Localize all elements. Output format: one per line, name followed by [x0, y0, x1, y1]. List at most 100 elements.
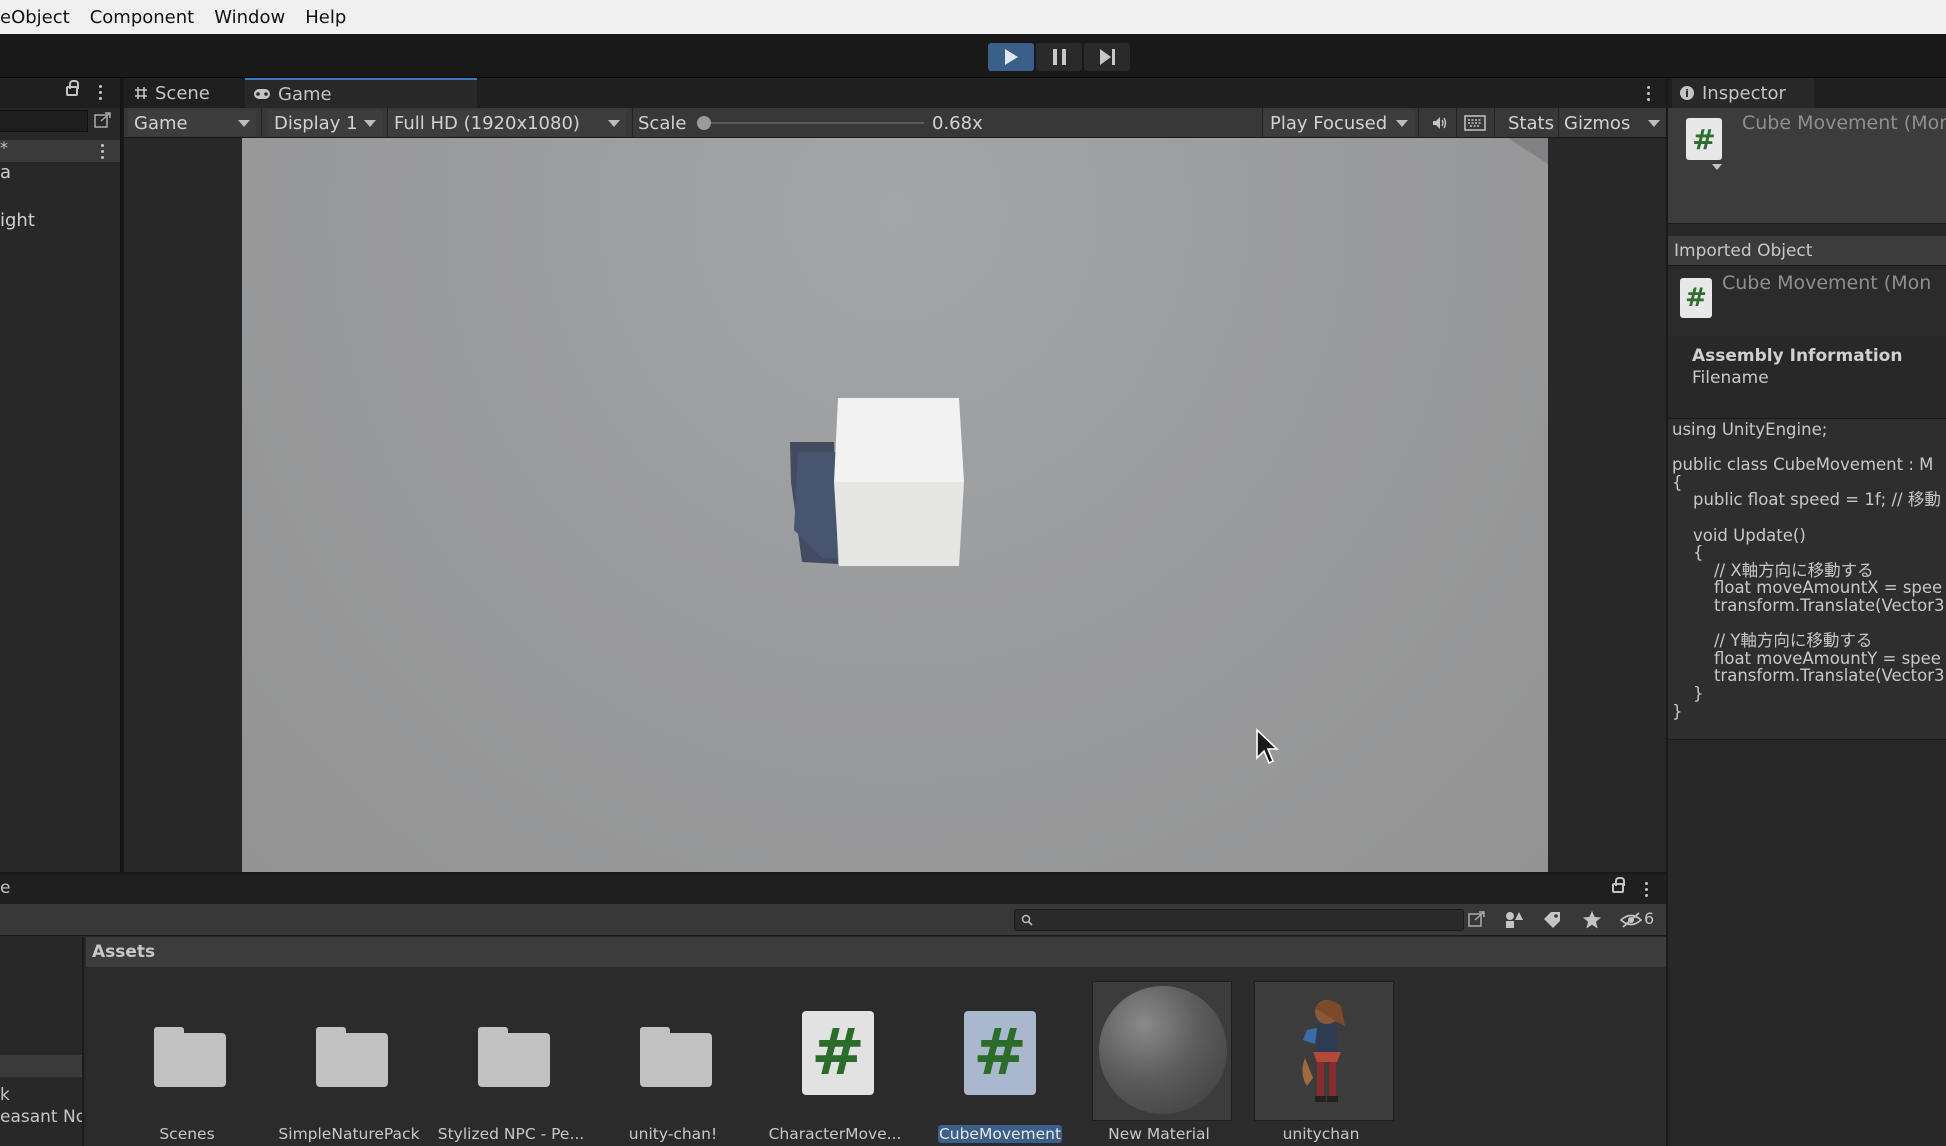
mute-audio-icon[interactable]: [1430, 114, 1448, 132]
gizmos-chevron-icon[interactable]: [1648, 120, 1660, 127]
csharp-script-icon: #: [964, 1011, 1036, 1095]
game-mode-label: Game: [134, 112, 188, 134]
search-icon: [1021, 914, 1033, 926]
icon-dropdown-chevron-icon[interactable]: [1712, 164, 1722, 170]
material-thumbnail: [1092, 981, 1232, 1121]
breadcrumb-assets[interactable]: Assets: [92, 942, 155, 962]
assembly-info: Assembly Information Filename: [1668, 346, 1946, 418]
scene-grid-icon: [135, 87, 147, 99]
game-render: [790, 398, 1280, 765]
filename-label: Filename: [1692, 368, 1769, 388]
asset-item-simplenaturepack[interactable]: SimpleNaturePack: [274, 981, 424, 1146]
filter-by-type-icon[interactable]: [1504, 910, 1524, 930]
folder-icon: [154, 1027, 226, 1087]
game-mode-dropdown[interactable]: Game: [128, 110, 256, 136]
lock-icon[interactable]: [66, 80, 79, 96]
resolution-dropdown[interactable]: Full HD (1920x1080): [388, 110, 626, 136]
asset-label: CharacterMove...: [768, 1125, 902, 1143]
scale-value: 0.68x: [932, 112, 983, 134]
play-button[interactable]: [988, 43, 1034, 71]
folder-tree-item[interactable]: easant No: [0, 1107, 82, 1127]
tab-scene[interactable]: Scene: [124, 78, 244, 108]
asset-grid: Assets Scenes SimpleNaturePack Stylized …: [86, 937, 1666, 1146]
material-sphere-icon: [1099, 986, 1227, 1114]
scale-slider-handle[interactable]: [697, 116, 711, 130]
csharp-script-icon: #: [802, 1011, 874, 1095]
tab-scene-label: Scene: [155, 82, 210, 104]
asset-label: unitychan: [1282, 1125, 1360, 1143]
hierarchy-item-light[interactable]: ight: [0, 210, 35, 231]
view-tabstrip: Scene Game: [124, 78, 1666, 108]
step-button[interactable]: [1084, 43, 1130, 71]
keyboard-shortcuts-icon[interactable]: [1464, 115, 1486, 131]
asset-label-selected: CubeMovement: [938, 1125, 1062, 1143]
menu-component[interactable]: Component: [80, 7, 205, 28]
tab-inspector-label: Inspector: [1702, 82, 1786, 104]
play-focused-dropdown[interactable]: Play Focused: [1264, 110, 1414, 136]
hierarchy-panel: * a ight: [0, 78, 122, 872]
project-panel: e 6 k easant No Assets Scenes SimpleNatu…: [0, 874, 1666, 1146]
asset-label: New Material: [1108, 1125, 1210, 1143]
project-tab-label[interactable]: e: [0, 878, 10, 898]
tab-game[interactable]: Game: [245, 78, 477, 108]
cube-front-face: [834, 482, 964, 566]
game-more-icon[interactable]: [1646, 86, 1650, 101]
imported-object-title: Cube Movement (Mon: [1722, 272, 1932, 294]
inspector-panel: i Inspector # Cube Movement (Mon Importe…: [1668, 78, 1946, 1146]
asset-label: unity-chan!: [628, 1125, 718, 1143]
game-viewport[interactable]: [242, 138, 1548, 872]
imported-object-header[interactable]: Imported Object: [1668, 236, 1946, 266]
folder-tree-item[interactable]: k: [0, 1085, 10, 1105]
search-scene-icon[interactable]: [94, 112, 112, 130]
inspector-header: # Cube Movement (Mon: [1668, 108, 1946, 224]
scene-more-icon[interactable]: [100, 144, 104, 159]
cube-top-face: [834, 398, 964, 482]
asset-label: Stylized NPC - Pe...: [437, 1125, 585, 1143]
resolution-label: Full HD (1920x1080): [394, 112, 580, 134]
gamepad-icon: [254, 89, 270, 99]
gizmos-button[interactable]: Gizmos: [1564, 110, 1630, 136]
search-scene-icon[interactable]: [1468, 911, 1486, 929]
inspector-title: Cube Movement (Mon: [1742, 112, 1946, 134]
asset-item-scenes[interactable]: Scenes: [112, 981, 262, 1146]
tab-inspector[interactable]: i Inspector: [1672, 78, 1814, 108]
assembly-heading: Assembly Information: [1692, 346, 1903, 366]
menu-help[interactable]: Help: [295, 7, 356, 28]
hidden-packages-icon[interactable]: [1620, 911, 1642, 929]
favorite-star-icon[interactable]: [1582, 910, 1602, 930]
menu-window[interactable]: Window: [204, 7, 295, 28]
folder-tree-selected-row[interactable]: [0, 1055, 82, 1077]
asset-item-charactermovement[interactable]: # CharacterMove...: [760, 981, 910, 1146]
scene-row[interactable]: *: [0, 138, 120, 162]
filter-by-label-icon[interactable]: [1542, 910, 1562, 930]
scale-slider-track[interactable]: [704, 122, 924, 124]
lock-icon[interactable]: [1612, 877, 1625, 893]
menu-gameobject[interactable]: eObject: [0, 7, 80, 28]
hidden-packages-count: 6: [1644, 909, 1655, 928]
main-toolbar: [0, 34, 1946, 78]
play-icon: [1004, 49, 1018, 65]
asset-item-unitychan[interactable]: unitychan: [1246, 981, 1396, 1146]
project-search-input[interactable]: [1014, 909, 1464, 931]
folder-icon: [640, 1027, 712, 1087]
stats-button[interactable]: Stats: [1508, 110, 1554, 136]
project-toolbar: 6: [0, 904, 1666, 936]
scale-label: Scale: [638, 112, 687, 134]
asset-item-unity-chan[interactable]: unity-chan!: [598, 981, 748, 1146]
project-tabstrip: e: [0, 874, 1666, 904]
more-menu-icon[interactable]: [98, 85, 102, 100]
asset-item-stylized-npc[interactable]: Stylized NPC - Pe...: [436, 981, 586, 1146]
breadcrumb: Assets: [86, 937, 1666, 967]
chevron-down-icon: [364, 120, 376, 127]
asset-item-new-material[interactable]: New Material: [1084, 981, 1234, 1146]
project-more-icon[interactable]: [1644, 882, 1648, 897]
game-view-panel: Scene Game Game Display 1 Full HD (1920x…: [124, 78, 1666, 872]
game-toolbar: Game Display 1 Full HD (1920x1080) Scale…: [124, 108, 1666, 138]
hierarchy-item-camera[interactable]: a: [0, 162, 11, 183]
pause-button[interactable]: [1036, 43, 1082, 71]
display-label: Display 1: [274, 112, 358, 134]
hierarchy-search-input[interactable]: [0, 110, 88, 132]
asset-item-cubemovement[interactable]: # CubeMovement: [922, 981, 1072, 1146]
display-dropdown[interactable]: Display 1: [268, 110, 382, 136]
imported-object-info: # Cube Movement (Mon: [1668, 268, 1946, 336]
